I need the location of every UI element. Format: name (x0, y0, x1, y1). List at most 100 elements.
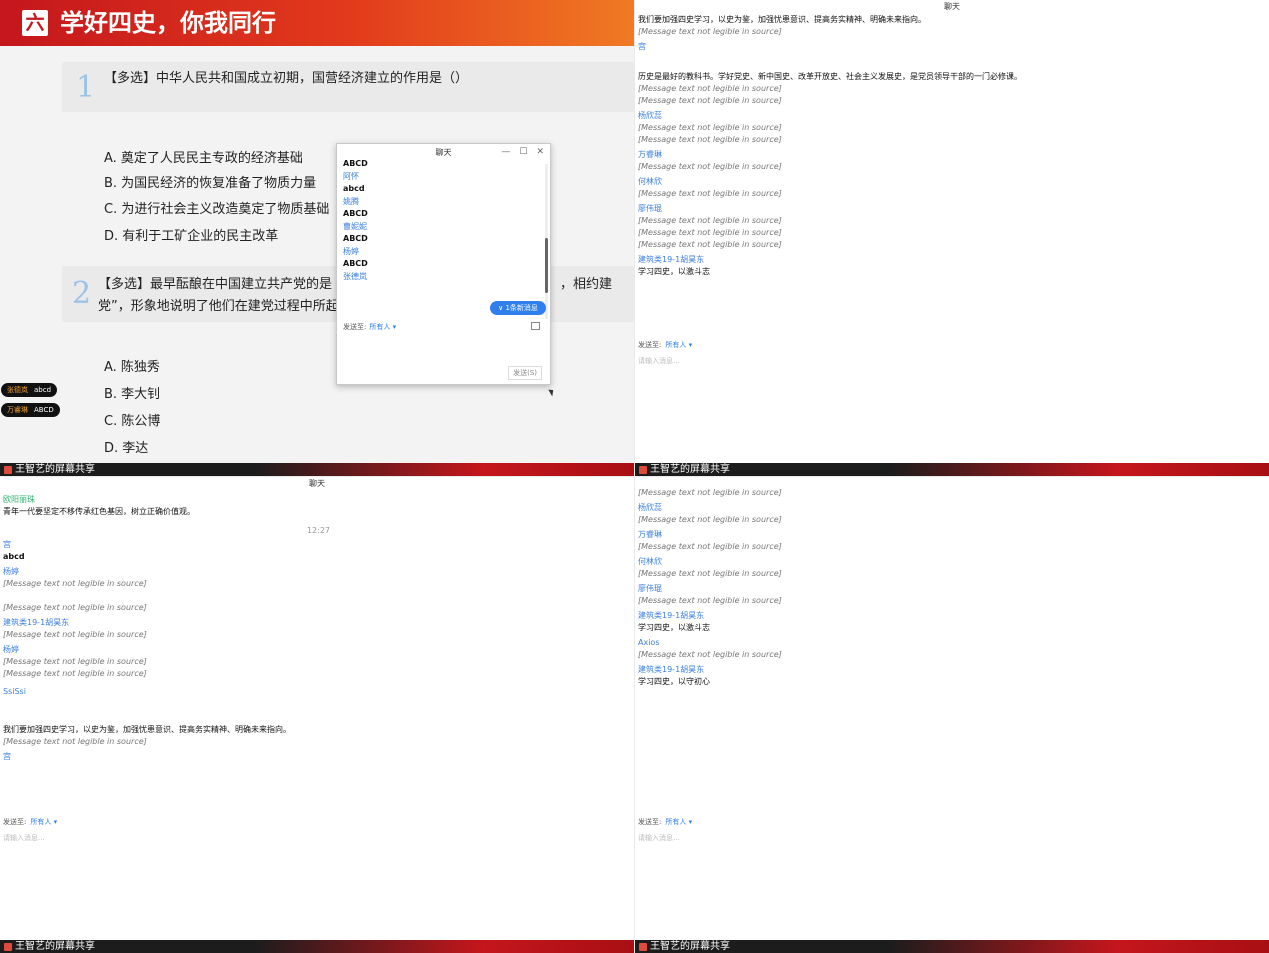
chat-input[interactable]: 请输入消息... (638, 833, 692, 843)
screen-share-icon (639, 942, 647, 951)
chat-panel-title: 聊天 (944, 2, 960, 11)
send-button[interactable]: 发送(S) (508, 366, 542, 380)
chat-username: 杨欣蕊 (638, 111, 662, 120)
screen-share-icon (4, 465, 12, 474)
chat-message: [Message text not legible in source] (638, 569, 782, 578)
chat-username: 欧阳丽珠 (3, 495, 35, 504)
screen-share-bar: 王智艺的屏幕共享 (635, 940, 1269, 953)
chat-username: 杨婷 (3, 645, 19, 654)
send-to-dropdown[interactable]: 所有人 ▾ (665, 341, 692, 349)
chat-message-list[interactable]: 欧阳丽珠 青年一代要坚定不移传承红色基因，树立正确价值观。 12:27 宫 ab… (3, 491, 634, 813)
chat-message: [Message text not legible in source] (638, 240, 782, 249)
chat-message-list[interactable]: [Message text not legible in source] 杨欣蕊… (638, 487, 1269, 809)
screen-share-icon (4, 942, 12, 951)
chat-message: [Message text not legible in source] (638, 228, 782, 237)
new-message-button[interactable]: ∨ 1条新消息 (490, 301, 546, 315)
chat-message: ABCD (343, 159, 368, 168)
chat-timestamp: 12:27 (306, 526, 331, 535)
question-1-text: 【多选】中华人民共和国成立初期，国营经济建立的作用是（） (104, 71, 469, 86)
chat-panel-2: 聊天 我们要加强四史学习，以史为鉴，加强忧患意识、提高务实精神、明确未来指向。 … (635, 0, 1269, 476)
q1-option-c: C. 为进行社会主义改造奠定了物质基础 (104, 202, 330, 217)
send-to-selector[interactable]: 发送至: 所有人 ▾ (343, 322, 396, 332)
chat-username: 建筑类19-1胡昊东 (638, 665, 705, 674)
chat-username: 杨婷 (343, 247, 359, 256)
chat-username: 宫 (3, 540, 11, 549)
send-to-dropdown[interactable]: 所有人 ▾ (665, 818, 692, 826)
chat-scrollbar-thumb[interactable] (545, 238, 548, 293)
slide-badge: 六 (22, 10, 48, 36)
send-to-label: 发送至: (3, 818, 27, 826)
share-bar-decoration (253, 463, 634, 476)
chat-username: Axios (638, 638, 660, 647)
chat-username: 阿怀 (343, 172, 359, 181)
chat-message: [Message text not legible in source] (638, 84, 782, 93)
chat-message: [Message text not legible in source] (638, 135, 782, 144)
chat-username: 姚腾 (343, 197, 359, 206)
send-to-label: 发送至: (343, 323, 367, 331)
chat-message: [Message text not legible in source] (638, 542, 782, 551)
chat-message: [Message text not legible in source] (638, 189, 782, 198)
chat-username: 杨欣蕊 (638, 503, 662, 512)
screen-share-label: 王智艺的屏幕共享 (15, 464, 95, 475)
chat-username: 杨婷 (3, 567, 19, 576)
q2-option-b: B. 李大钊 (104, 387, 161, 402)
chat-composer[interactable]: 发送至: 所有人 ▾ 请输入消息... (638, 817, 692, 843)
screen-share-label: 王智艺的屏幕共享 (15, 941, 95, 952)
chat-message-list[interactable]: ABCD 阿怀 abcd 姚腾 ABCD 曹妮妮 ABCD 杨婷 ABCD 张德… (343, 158, 538, 323)
chat-message: [Message text not legible in source] (638, 650, 782, 659)
chat-username: 建筑类19-1胡昊东 (3, 618, 70, 627)
image-icon[interactable] (531, 322, 540, 330)
chat-input[interactable]: 请输入消息... (3, 833, 57, 843)
q2-option-d: D. 李达 (104, 441, 149, 456)
question-2-text-line1: 【多选】最早酝酿在中国建立共产党的是 (98, 277, 333, 292)
chat-composer[interactable]: 发送至: 所有人 ▾ 请输入消息... (638, 340, 692, 366)
chat-username: 廖伟琨 (638, 204, 662, 213)
chat-input[interactable]: 请输入消息... (638, 356, 692, 366)
chat-composer[interactable]: 发送至: 所有人 ▾ 请输入消息... (3, 817, 57, 843)
chat-message: 学习四史，以守初心 (638, 677, 710, 686)
chat-username: 宫 (638, 42, 646, 51)
question-2-number: 2 (72, 276, 92, 311)
chat-message: 历史是最好的教科书。学好党史、新中国史、改革开放史、社会主义发展史，是党员领导干… (638, 72, 1022, 81)
send-to-label: 发送至: (638, 818, 662, 826)
chat-message: 学习四史，以激斗志 (638, 623, 710, 632)
chat-username: 张德岚 (343, 272, 367, 281)
question-2-text-line2: 党”，形象地说明了他们在建党过程中所起 (98, 299, 339, 314)
chat-message: 我们要加强四史学习，以史为鉴，加强忧患意识、提高务实精神、明确未来指向。 (638, 15, 926, 24)
question-2-text-line1-right: ，相约建 (560, 277, 613, 292)
slide-header: 六 学好四史，你我同行 (0, 0, 634, 46)
chat-username: 何林欣 (638, 557, 662, 566)
chat-message: [Message text not legible in source] (3, 579, 147, 588)
screen-share-label: 王智艺的屏幕共享 (650, 464, 730, 475)
share-bar-decoration (253, 940, 634, 953)
chat-username: 宫 (3, 752, 11, 761)
screen-share-bar: 王智艺的屏幕共享 (635, 463, 1269, 476)
answer-pill-name: 万睿琳 (7, 406, 28, 414)
mouse-cursor-icon (548, 387, 556, 397)
chat-message: 我们要加强四史学习，以史为鉴，加强忧患意识、提高务实精神、明确未来指向。 (3, 725, 291, 734)
screen-share-bar: 王智艺的屏幕共享 (0, 940, 634, 953)
chat-message: [Message text not legible in source] (638, 216, 782, 225)
chat-message: abcd (343, 184, 365, 193)
answer-pill-value: ABCD (34, 406, 54, 414)
chat-panel-4: [Message text not legible in source] 杨欣蕊… (635, 477, 1269, 953)
q2-option-a: A. 陈独秀 (104, 360, 160, 375)
send-to-dropdown[interactable]: 所有人 ▾ (30, 818, 57, 826)
chat-username: 廖伟琨 (638, 584, 662, 593)
chat-title: 聊天 (435, 148, 452, 157)
chat-username: 建筑类19-1胡昊东 (638, 611, 705, 620)
q1-option-b: B. 为国民经济的恢复准备了物质力量 (104, 176, 317, 191)
send-to-dropdown[interactable]: 所有人 ▾ (369, 323, 396, 331)
answer-pill: 张德岚 abcd (1, 383, 58, 397)
screen-share-label: 王智艺的屏幕共享 (650, 941, 730, 952)
screen-share-icon (639, 465, 647, 474)
q2-option-c: C. 陈公博 (104, 414, 161, 429)
q1-option-d: D. 有利于工矿企业的民主改革 (104, 229, 279, 244)
screen-share-bar: 王智艺的屏幕共享 (0, 463, 634, 476)
chat-message: [Message text not legible in source] (3, 630, 147, 639)
send-to-label: 发送至: (638, 341, 662, 349)
chat-message-list[interactable]: 我们要加强四史学习，以史为鉴，加强忧患意识、提高务实精神、明确未来指向。 [Me… (638, 14, 1269, 336)
slide-title: 学好四史，你我同行 (60, 9, 276, 37)
chat-panel-title: 聊天 (309, 479, 325, 488)
chat-message: [Message text not legible in source] (638, 162, 782, 171)
